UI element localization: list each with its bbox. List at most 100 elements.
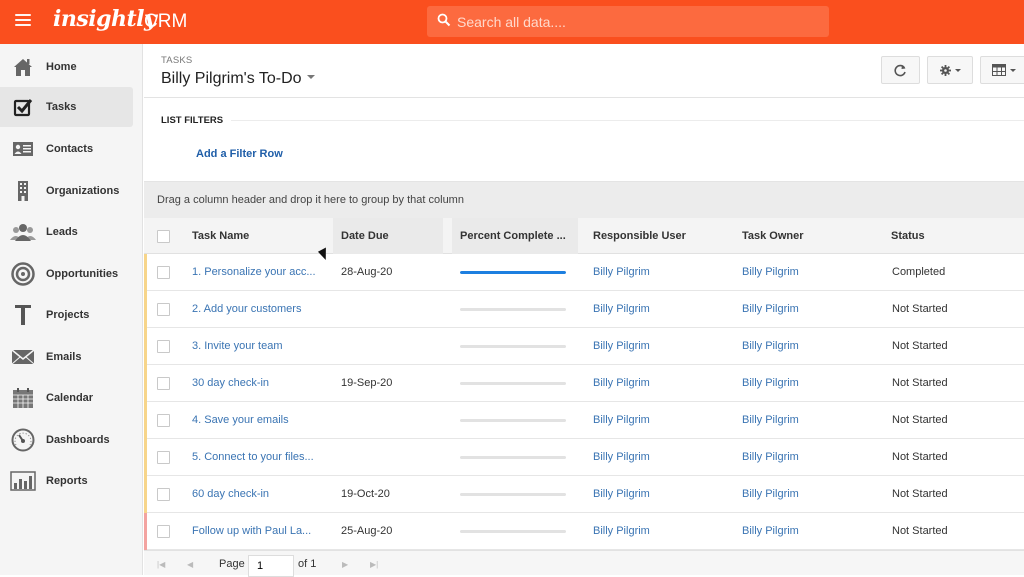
first-page-icon[interactable]: |◀ (157, 560, 165, 569)
table-row[interactable]: 3. Invite your team Billy Pilgrim Billy … (144, 328, 1024, 365)
row-select-cell (157, 439, 170, 475)
task-name-link[interactable]: 4. Save your emails (192, 402, 289, 438)
list-filters-label: LIST FILTERS (161, 115, 224, 126)
row-priority-flag (144, 402, 147, 439)
row-select-cell (157, 365, 170, 401)
main-content: TASKS Billy Pilgrim's To-Do LIST FILTERS… (144, 44, 1024, 577)
task-owner-link[interactable]: Billy Pilgrim (742, 513, 799, 549)
responsible-user-link[interactable]: Billy Pilgrim (593, 513, 650, 549)
responsible-user-link[interactable]: Billy Pilgrim (593, 328, 650, 364)
sidebar-item-reports[interactable]: Reports (0, 461, 133, 501)
task-owner-link[interactable]: Billy Pilgrim (742, 439, 799, 475)
search-input[interactable] (457, 6, 817, 37)
sidebar-item-label: Emails (46, 351, 82, 363)
view-selector[interactable]: Billy Pilgrim's To-Do (161, 70, 315, 88)
responsible-user-link[interactable]: Billy Pilgrim (593, 365, 650, 401)
row-priority-flag (144, 513, 147, 550)
top-bar: insightly CRM (0, 0, 1024, 44)
status: Not Started (892, 451, 948, 463)
status: Not Started (892, 414, 948, 426)
task-owner-link[interactable]: Billy Pilgrim (742, 254, 799, 290)
row-select-cell (157, 402, 170, 438)
table-row[interactable]: 30 day check-in 19-Sep-20 Billy Pilgrim … (144, 365, 1024, 402)
gear-icon (939, 64, 951, 76)
next-page-icon[interactable]: ▶ (342, 560, 348, 569)
column-header-percent-complete[interactable]: Percent Complete ... (452, 218, 578, 254)
gauge-icon (10, 427, 36, 453)
sidebar-item-dashboards[interactable]: Dashboards (0, 420, 133, 460)
task-owner-link[interactable]: Billy Pilgrim (742, 476, 799, 512)
row-checkbox[interactable] (157, 265, 170, 279)
checkbox-icon (10, 94, 36, 120)
status: Completed (892, 266, 946, 278)
row-checkbox[interactable] (157, 302, 170, 316)
global-search[interactable] (427, 6, 829, 37)
progress-fill (460, 270, 566, 274)
row-checkbox[interactable] (157, 487, 170, 501)
task-name-link[interactable]: Follow up with Paul La... (192, 513, 311, 549)
sidebar-item-projects[interactable]: Projects (0, 295, 133, 335)
task-owner-link[interactable]: Billy Pilgrim (742, 291, 799, 327)
row-checkbox[interactable] (157, 376, 170, 390)
row-checkbox[interactable] (157, 524, 170, 538)
responsible-user-link[interactable]: Billy Pilgrim (593, 402, 650, 438)
page-number-input[interactable] (248, 555, 294, 577)
pagination: |◀ ◀ Page of 1 ▶ ▶| (144, 550, 1024, 577)
row-checkbox[interactable] (157, 413, 170, 427)
previous-page-icon[interactable]: ◀ (187, 560, 193, 569)
task-owner-link[interactable]: Billy Pilgrim (742, 365, 799, 401)
sidebar-item-contacts[interactable]: Contacts (0, 129, 133, 169)
column-header-status[interactable]: Status (883, 218, 1024, 254)
columns-menu-button[interactable] (980, 56, 1024, 84)
menu-icon[interactable] (15, 14, 31, 26)
responsible-user-link[interactable]: Billy Pilgrim (593, 476, 650, 512)
group-by-drop-zone[interactable]: Drag a column header and drop it here to… (144, 181, 1024, 218)
sidebar-item-opportunities[interactable]: Opportunities (0, 254, 133, 294)
date-due: 19-Oct-20 (341, 488, 390, 500)
responsible-user-link[interactable]: Billy Pilgrim (593, 439, 650, 475)
table-row[interactable]: 1. Personalize your acc... 28-Aug-20 Bil… (144, 254, 1024, 291)
task-name-link[interactable]: 3. Invite your team (192, 328, 283, 364)
last-page-icon[interactable]: ▶| (370, 560, 378, 569)
row-select-cell (157, 328, 170, 364)
select-all-checkbox[interactable] (157, 229, 170, 243)
sidebar-item-tasks[interactable]: Tasks (0, 87, 133, 127)
task-name-link[interactable]: 60 day check-in (192, 476, 269, 512)
column-header-date-due[interactable]: Date Due (333, 218, 443, 254)
task-owner-link[interactable]: Billy Pilgrim (742, 328, 799, 364)
percent-complete (460, 254, 566, 290)
page-title: Billy Pilgrim's To-Do (161, 70, 302, 87)
progress-bar (460, 418, 566, 422)
sidebar-item-emails[interactable]: Emails (0, 337, 133, 377)
contact-card-icon (10, 136, 36, 162)
column-header-task-name[interactable]: Task Name (184, 218, 329, 254)
table-row[interactable]: 60 day check-in 19-Oct-20 Billy Pilgrim … (144, 476, 1024, 513)
task-name-link[interactable]: 1. Personalize your acc... (192, 254, 316, 290)
table-row[interactable]: 4. Save your emails Billy Pilgrim Billy … (144, 402, 1024, 439)
breadcrumb[interactable]: TASKS (161, 55, 192, 66)
column-header-task-owner[interactable]: Task Owner (734, 218, 879, 254)
task-owner-link[interactable]: Billy Pilgrim (742, 402, 799, 438)
add-filter-row-link[interactable]: Add a Filter Row (196, 148, 283, 160)
sidebar-item-organizations[interactable]: Organizations (0, 171, 133, 211)
column-header-responsible-user[interactable]: Responsible User (585, 218, 730, 254)
responsible-user-link[interactable]: Billy Pilgrim (593, 291, 650, 327)
row-checkbox[interactable] (157, 339, 170, 353)
brand-logo[interactable]: insightly (53, 6, 157, 32)
sidebar-item-leads[interactable]: Leads (0, 212, 133, 252)
task-name-link[interactable]: 2. Add your customers (192, 291, 301, 327)
table-row[interactable]: 5. Connect to your files... Billy Pilgri… (144, 439, 1024, 476)
sidebar-item-calendar[interactable]: Calendar (0, 378, 133, 418)
row-select-cell (157, 291, 170, 327)
table-row[interactable]: 2. Add your customers Billy Pilgrim Bill… (144, 291, 1024, 328)
task-name-link[interactable]: 30 day check-in (192, 365, 269, 401)
responsible-user-link[interactable]: Billy Pilgrim (593, 254, 650, 290)
sidebar-item-home[interactable]: Home (0, 47, 133, 87)
settings-menu-button[interactable] (927, 56, 973, 84)
table-row[interactable]: Follow up with Paul La... 25-Aug-20 Bill… (144, 513, 1024, 550)
refresh-button[interactable] (881, 56, 920, 84)
task-name-link[interactable]: 5. Connect to your files... (192, 439, 314, 475)
row-select-cell (157, 476, 170, 512)
row-select-cell (157, 254, 170, 290)
row-checkbox[interactable] (157, 450, 170, 464)
